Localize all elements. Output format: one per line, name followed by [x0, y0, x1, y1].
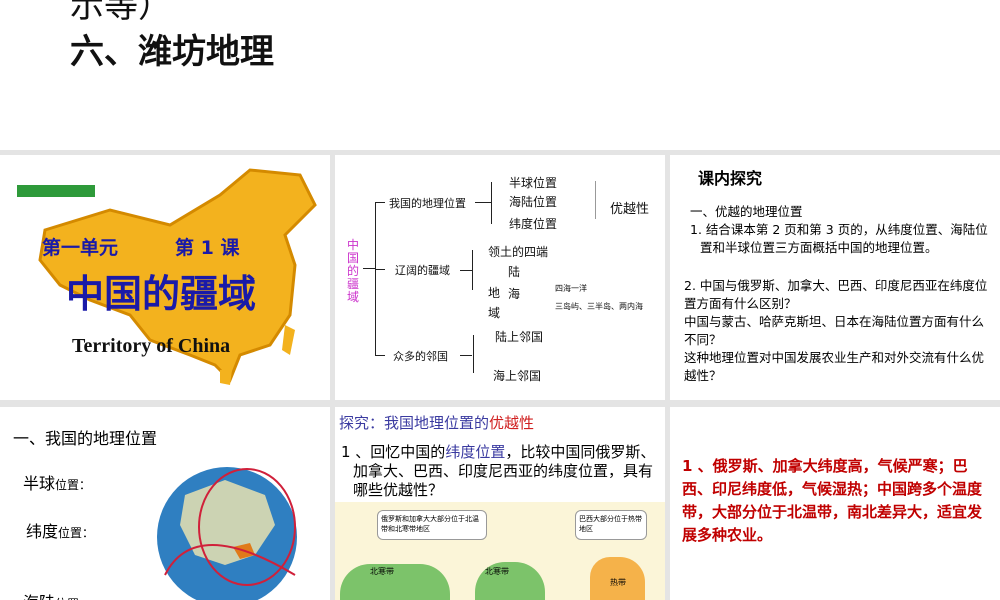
leaf-latitude: 纬度位置	[509, 217, 558, 231]
item-latitude: 纬度位置：	[26, 518, 94, 542]
leaf-region: 地域	[488, 286, 501, 320]
slide-title: 探究：我国地理位置的优越性	[339, 412, 534, 433]
item-suffix: 位置：	[58, 526, 95, 540]
item-land-sea: 海陆位置	[23, 589, 79, 600]
lesson-label: 第 1 课	[175, 237, 240, 259]
item-label: 半球	[23, 474, 56, 493]
answer-text: 1 、俄罗斯、加拿大纬度高，气候严寒；巴西、印尼纬度低，气候湿热；中国跨多个温度…	[682, 457, 983, 544]
q-emphasis: 纬度位置	[445, 443, 506, 461]
question-1: 1. 结合课本第 2 页和第 3 页的，从纬度位置、海陆位置和半球位置三方面概括…	[690, 222, 988, 255]
advantage-label: 优越性	[610, 202, 650, 217]
branch-geo-position: 我国的地理位置	[389, 197, 466, 210]
q-part: 1 、回忆中国的	[341, 443, 446, 461]
callout-brazil: 巴西大部分位于热带地区	[575, 510, 647, 540]
branch-vast-territory: 辽阔的疆域	[395, 264, 450, 277]
leaf-four-ends: 领土的四端	[488, 245, 549, 259]
inquiry-subheading: 一、优越的地理位置	[690, 204, 803, 219]
slide-heading: 一、我国的地理位置	[13, 429, 158, 448]
leaf-land: 陆	[508, 265, 521, 279]
globe-image	[157, 467, 297, 600]
climate-map-image: 俄罗斯和加拿大大部分位于北温带和北寒带地区 巴西大部分位于热带地区 北寒带 北寒…	[335, 502, 665, 600]
slide-title-china-territory[interactable]: 第一单元 第 1 课 中国的疆域 Territory of China	[0, 155, 330, 400]
question-2: 2. 中国与俄罗斯、加拿大、巴西、印度尼西亚在纬度位置方面有什么区别？	[684, 278, 988, 311]
callout-russia-canada: 俄罗斯和加拿大大部分位于北温带和北寒带地区	[377, 510, 487, 540]
inquiry-slide[interactable]: 课内探究 一、优越的地理位置 1. 结合课本第 2 页和第 3 页的，从纬度位置…	[670, 155, 1000, 400]
page-title: 六、潍坊地理	[70, 32, 274, 72]
concept-map-slide[interactable]: 中国的疆域 我国的地理位置 半球位置 海陆位置 纬度位置 优越性 辽阔的疆域 领…	[335, 155, 665, 400]
leaf-hemisphere: 半球位置	[509, 176, 558, 190]
unit-label: 第一单元	[42, 237, 119, 259]
leaf-sea-neighbors: 海上邻国	[493, 369, 542, 383]
leaf-sea: 海	[508, 287, 521, 301]
title-emphasis: 优越性	[489, 414, 535, 432]
map-label: 北寒带	[370, 567, 394, 576]
map-label: 北寒带	[485, 567, 509, 576]
previous-heading-fragment: 示等）	[70, 0, 172, 26]
slide-title: 中国的疆域	[66, 272, 257, 316]
answer-slide[interactable]: 1 、俄罗斯、加拿大纬度高，气候严寒；巴西、印尼纬度低，气候湿热；中国跨多个温度…	[670, 407, 1000, 600]
slide-subtitle: Territory of China	[72, 335, 231, 357]
item-label: 纬度	[26, 522, 59, 541]
leaf-land-sea: 海陆位置	[509, 195, 558, 209]
green-bar	[17, 185, 95, 197]
title-prefix: 探究：我国地理位置的	[339, 414, 490, 432]
branch-neighbors: 众多的邻国	[393, 350, 448, 363]
advantage-inquiry-slide[interactable]: 探究：我国地理位置的优越性 1 、回忆中国的纬度位置，比较中国同俄罗斯、加拿大、…	[335, 407, 665, 600]
note-seas: 四海一洋	[555, 284, 587, 293]
item-hemisphere: 半球位置：	[23, 470, 91, 494]
item-label: 海陆	[23, 593, 55, 600]
question-4: 这种地理位置对中国发展农业生产和对外交流有什么优越性？	[684, 350, 985, 383]
question-3: 中国与蒙古、哈萨克斯坦、日本在海陆位置方面有什么不同？	[684, 314, 985, 347]
map-label: 热带	[610, 578, 626, 587]
question-latitude: 1 、回忆中国的纬度位置，比较中国同俄罗斯、加拿大、巴西、印度尼西亚的纬度位置，…	[341, 443, 661, 500]
concept-root: 中国的疆域	[347, 238, 360, 304]
leaf-land-neighbors: 陆上邻国	[495, 330, 544, 344]
geo-position-slide[interactable]: 一、我国的地理位置 半球位置： 纬度位置： 海陆位置	[0, 407, 330, 600]
item-suffix: 位置：	[55, 478, 92, 492]
inquiry-heading: 课内探究	[698, 169, 763, 188]
note-islands: 三岛屿、三半岛、两内海	[555, 302, 643, 311]
